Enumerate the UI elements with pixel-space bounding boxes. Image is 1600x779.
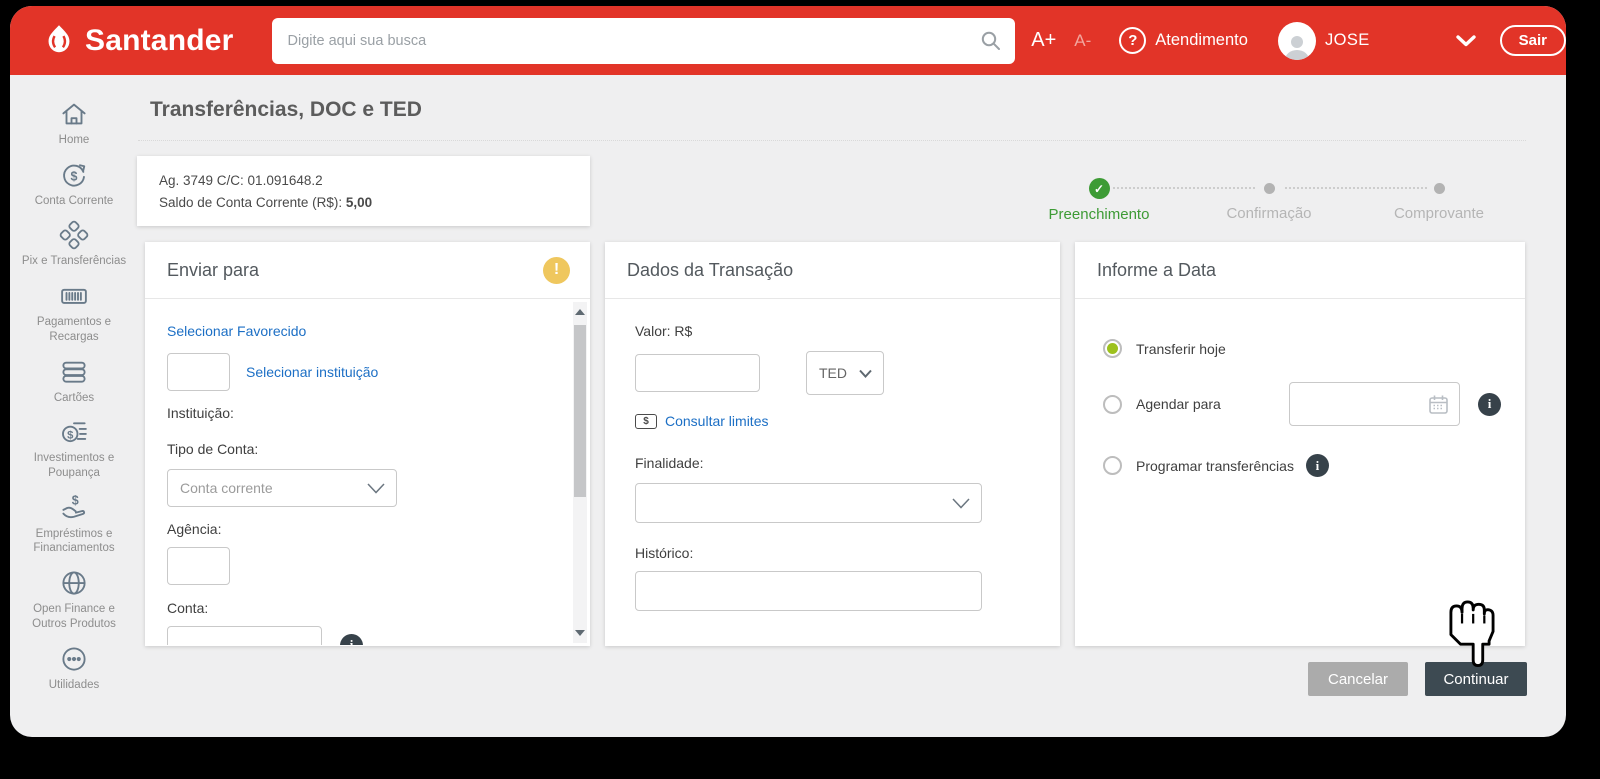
sidebar-item-home[interactable]: Home xyxy=(17,99,131,148)
chevron-down-icon xyxy=(367,483,385,494)
panel-dados-transacao: Dados da Transação Valor: R$ TED $ Consu… xyxy=(605,242,1060,646)
font-decrease-button[interactable]: A- xyxy=(1074,31,1091,51)
radio-transferir-hoje[interactable] xyxy=(1103,339,1122,358)
search-input[interactable] xyxy=(288,33,972,49)
money-icon: $ xyxy=(635,414,657,429)
step-preenchimento: ✓ Preenchimento xyxy=(1013,178,1185,223)
search-icon[interactable] xyxy=(979,29,1003,53)
schedule-date-input[interactable] xyxy=(1289,382,1460,426)
help-link[interactable]: ? Atendimento xyxy=(1119,27,1248,54)
balance-value: 5,00 xyxy=(346,195,372,210)
history-label: Histórico: xyxy=(635,545,1030,561)
chevron-down-icon xyxy=(859,369,872,378)
limits-link[interactable]: Consultar limites xyxy=(665,413,768,429)
step-confirmacao: Confirmação xyxy=(1183,178,1355,222)
value-input[interactable] xyxy=(635,354,760,392)
agency-input[interactable] xyxy=(167,547,230,585)
title-divider xyxy=(138,140,1526,141)
scroll-up-arrow[interactable] xyxy=(575,309,585,315)
brand-name: Santander xyxy=(85,24,234,58)
svg-text:$: $ xyxy=(72,493,79,507)
sidebar-item-pagamentos[interactable]: Pagamentos e Recargas xyxy=(17,281,131,344)
info-icon[interactable]: i xyxy=(1306,454,1329,477)
utilities-icon xyxy=(59,644,89,674)
agency-label: Agência: xyxy=(167,521,560,537)
app-window: Santander A+ A- ? Atendimento JOSE xyxy=(10,6,1566,737)
user-name: JOSE xyxy=(1325,31,1370,50)
panel-enviar-para: Enviar para ! Selecionar Favorecido Sele… xyxy=(145,242,590,646)
purpose-label: Finalidade: xyxy=(635,455,1030,471)
cancel-button[interactable]: Cancelar xyxy=(1308,662,1408,696)
person-icon xyxy=(1282,32,1312,60)
santander-flame-icon xyxy=(42,24,76,58)
search-bar xyxy=(272,18,1016,64)
panel-title: Enviar para xyxy=(167,260,259,281)
sidebar-item-emprestimos[interactable]: $ Empréstimos e Financiamentos xyxy=(17,493,131,556)
history-input[interactable] xyxy=(635,571,982,611)
account-icon: $ xyxy=(59,160,89,190)
scrollbar-thumb[interactable] xyxy=(574,325,586,497)
chevron-down-icon[interactable] xyxy=(1456,35,1476,47)
panel-scrollbar xyxy=(573,302,587,643)
sidebar-item-cartoes[interactable]: Cartões xyxy=(17,357,131,406)
account-label: Conta: xyxy=(167,600,560,616)
sidebar-item-investimentos[interactable]: $ Investimentos e Poupança xyxy=(17,417,131,480)
header-right-cluster: A+ A- ? Atendimento JOSE Sair xyxy=(1015,22,1566,60)
account-info-card: Ag. 3749 C/C: 01.091648.2 Saldo de Conta… xyxy=(137,156,590,226)
chevron-down-icon xyxy=(952,498,970,509)
info-icon[interactable]: i xyxy=(1478,393,1501,416)
select-institution-link[interactable]: Selecionar instituição xyxy=(246,364,378,380)
account-input[interactable] xyxy=(167,626,322,645)
loan-icon: $ xyxy=(59,493,89,523)
purpose-select[interactable] xyxy=(635,483,982,523)
home-icon xyxy=(59,99,89,129)
panel-title: Informe a Data xyxy=(1097,260,1216,281)
sidebar-item-utilidades[interactable]: Utilidades xyxy=(17,644,131,693)
radio-programar-transferencias[interactable] xyxy=(1103,456,1122,475)
step-dot-icon xyxy=(1434,183,1445,194)
svg-text:$: $ xyxy=(71,169,78,183)
institution-code-input[interactable] xyxy=(167,353,230,391)
globe-icon xyxy=(59,568,89,598)
scroll-down-arrow[interactable] xyxy=(575,630,585,636)
progress-stepper: ✓ Preenchimento Confirmação Comprovante xyxy=(1013,178,1525,228)
sidebar-item-conta-corrente[interactable]: $ Conta Corrente xyxy=(17,160,131,209)
step-comprovante: Comprovante xyxy=(1353,178,1525,222)
sidebar: Home $ Conta Corrente Pix e Transferênci… xyxy=(10,75,138,737)
account-number: Ag. 3749 C/C: 01.091648.2 xyxy=(159,170,568,192)
radio-agendar-para[interactable] xyxy=(1103,395,1122,414)
question-icon: ? xyxy=(1119,27,1146,54)
svg-text:$: $ xyxy=(67,430,74,442)
warning-icon: ! xyxy=(543,257,570,284)
info-icon[interactable]: i xyxy=(340,634,363,646)
investments-icon: $ xyxy=(59,417,89,447)
page-title: Transferências, DOC e TED xyxy=(150,98,422,122)
cards-icon xyxy=(59,357,89,387)
panel-informe-data: Informe a Data Transferir hoje Agendar p… xyxy=(1075,242,1525,646)
check-circle-icon: ✓ xyxy=(1089,178,1110,199)
help-label: Atendimento xyxy=(1155,31,1248,50)
santander-logo[interactable]: Santander xyxy=(42,24,234,58)
logout-button[interactable]: Sair xyxy=(1500,25,1566,56)
pix-icon xyxy=(59,220,89,250)
continue-button[interactable]: Continuar xyxy=(1425,662,1527,696)
panel-title: Dados da Transação xyxy=(627,260,793,281)
action-buttons: Cancelar Continuar xyxy=(1308,662,1527,696)
step-dot-icon xyxy=(1264,183,1275,194)
sidebar-item-open-finance[interactable]: Open Finance e Outros Produtos xyxy=(17,568,131,631)
sidebar-item-pix[interactable]: Pix e Transferências xyxy=(17,220,131,269)
institution-label: Instituição: xyxy=(167,405,560,421)
account-type-select[interactable]: Conta corrente xyxy=(167,469,397,507)
font-increase-button[interactable]: A+ xyxy=(1031,29,1056,52)
account-balance: Saldo de Conta Corrente (R$): 5,00 xyxy=(159,192,568,214)
value-label: Valor: R$ xyxy=(635,323,1030,339)
account-type-label: Tipo de Conta: xyxy=(167,441,560,457)
select-favored-link[interactable]: Selecionar Favorecido xyxy=(167,323,306,339)
barcode-icon xyxy=(59,281,89,311)
avatar[interactable] xyxy=(1278,22,1316,60)
transfer-type-select[interactable]: TED xyxy=(806,351,884,395)
app-header: Santander A+ A- ? Atendimento JOSE xyxy=(10,6,1566,75)
calendar-icon[interactable] xyxy=(1428,394,1449,415)
